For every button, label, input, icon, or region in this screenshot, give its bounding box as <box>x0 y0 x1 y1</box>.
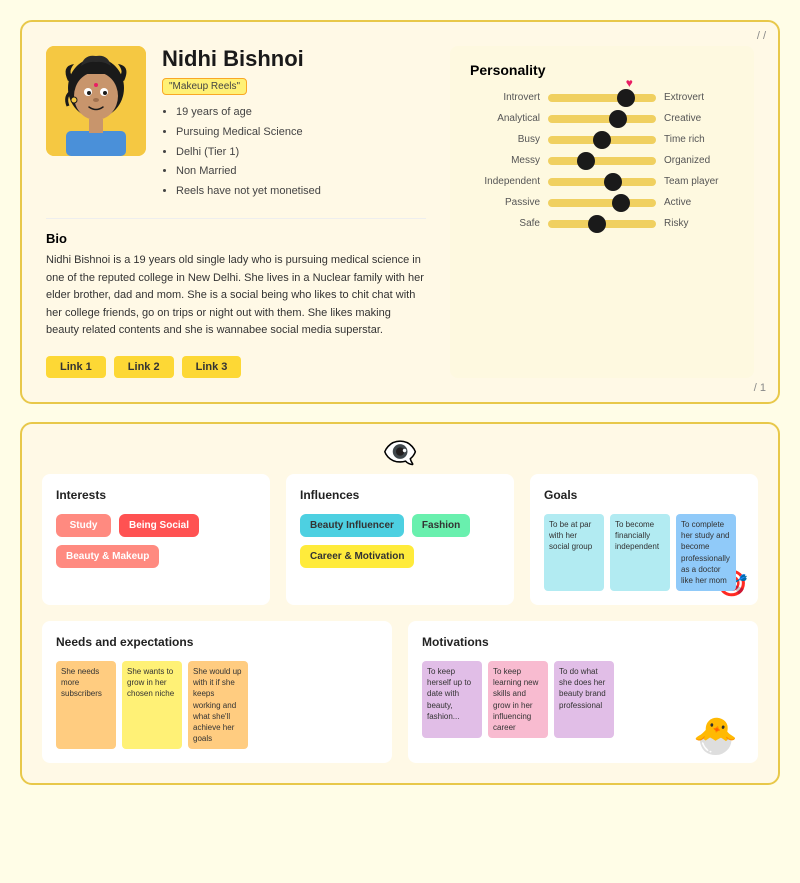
trait-bar-1 <box>548 115 656 123</box>
trait-row-4: Independent Team player <box>470 176 734 187</box>
interests-box: Interests Study Being Social Beauty & Ma… <box>42 474 270 605</box>
profile-header: Nidhi Bishnoi "Makeup Reels" 19 years of… <box>46 46 426 202</box>
interests-card: 👁️‍🗨️ Interests Study Being Social Beaut… <box>20 422 780 785</box>
trait-left-0: Introvert <box>470 92 540 103</box>
profile-info: Nidhi Bishnoi "Makeup Reels" 19 years of… <box>162 46 321 202</box>
goals-title: Goals <box>544 488 744 502</box>
trait-right-2: Time rich <box>664 134 734 145</box>
detail-monetization: Reels have not yet monetised <box>176 182 321 202</box>
trait-indicator-1 <box>609 110 627 128</box>
profile-left-panel: Nidhi Bishnoi "Makeup Reels" 19 years of… <box>46 46 426 378</box>
goal-note-1: To be at par with her social group <box>544 514 604 591</box>
trait-row-5: Passive Active <box>470 197 734 208</box>
trait-bar-6 <box>548 220 656 228</box>
lower-sections-grid: Needs and expectations She needs more su… <box>42 621 758 763</box>
link-button-1[interactable]: Link 1 <box>46 356 106 378</box>
avatar <box>46 46 146 156</box>
trait-left-5: Passive <box>470 197 540 208</box>
need-note-2: She wants to grow in her chosen niche <box>122 661 182 749</box>
heart-icon: ♥ <box>626 76 633 90</box>
trait-indicator-4 <box>604 173 622 191</box>
trait-bar-2 <box>548 136 656 144</box>
trait-right-3: Organized <box>664 155 734 166</box>
interests-title: Interests <box>56 488 256 502</box>
bio-section: Bio Nidhi Bishnoi is a 19 years old sing… <box>46 218 426 340</box>
trait-left-3: Messy <box>470 155 540 166</box>
goal-note-2: To become financially independent <box>610 514 670 591</box>
bio-title: Bio <box>46 231 426 246</box>
bio-text: Nidhi Bishnoi is a 19 years old single l… <box>46 252 426 340</box>
trait-bar-3 <box>548 157 656 165</box>
trait-row-1: Analytical Creative <box>470 113 734 124</box>
profile-name: Nidhi Bishnoi <box>162 46 321 72</box>
interest-tag-study: Study <box>56 514 111 537</box>
needs-title: Needs and expectations <box>56 635 378 649</box>
motivation-note-2: To keep learning new skills and grow in … <box>488 661 548 738</box>
trait-bar-5 <box>548 199 656 207</box>
goals-notes: To be at par with her social group To be… <box>544 514 744 591</box>
motivations-box: Motivations To keep herself up to date w… <box>408 621 758 763</box>
trait-bar-0: ♥ <box>548 94 656 102</box>
motivation-note-3: To do what she does her beauty brand pro… <box>554 661 614 738</box>
profile-card: / / <box>20 20 780 404</box>
motivation-note-1: To keep herself up to date with beauty, … <box>422 661 482 738</box>
trait-right-5: Active <box>664 197 734 208</box>
trait-indicator-0 <box>617 89 635 107</box>
need-note-1: She needs more subscribers <box>56 661 116 749</box>
trait-row-2: Busy Time rich <box>470 134 734 145</box>
trait-right-4: Team player <box>664 176 734 187</box>
role-tag: "Makeup Reels" <box>162 78 247 95</box>
influence-tag-beauty: Beauty Influencer <box>300 514 404 537</box>
detail-education: Pursuing Medical Science <box>176 123 321 143</box>
link-buttons: Link 1 Link 2 Link 3 <box>46 356 426 378</box>
needs-box: Needs and expectations She needs more su… <box>42 621 392 763</box>
goal-note-3: To complete her study and become profess… <box>676 514 736 591</box>
motivations-title: Motivations <box>422 635 744 649</box>
monster-decoration: 🐣 <box>693 715 738 757</box>
influence-tag-career: Career & Motivation <box>300 545 414 568</box>
trait-row-0: Introvert ♥ Extrovert <box>470 92 734 103</box>
personality-panel: Personality Introvert ♥ Extrovert Analytica… <box>450 46 754 378</box>
detail-age: 19 years of age <box>176 103 321 123</box>
trait-right-0: Extrovert <box>664 92 734 103</box>
interest-tag-beauty: Beauty & Makeup <box>56 545 159 568</box>
trait-indicator-3 <box>577 152 595 170</box>
detail-location: Delhi (Tier 1) <box>176 143 321 163</box>
trait-left-4: Independent <box>470 176 540 187</box>
trait-indicator-6 <box>588 215 606 233</box>
interests-tags: Study Being Social Beauty & Makeup <box>56 514 256 568</box>
trait-indicator-5 <box>612 194 630 212</box>
influences-tags: Beauty Influencer Fashion Career & Motiv… <box>300 514 500 568</box>
link-button-3[interactable]: Link 3 <box>182 356 242 378</box>
trait-right-1: Creative <box>664 113 734 124</box>
trait-indicator-2 <box>593 131 611 149</box>
trait-left-1: Analytical <box>470 113 540 124</box>
trait-right-6: Risky <box>664 218 734 229</box>
trait-bar-4 <box>548 178 656 186</box>
personality-title: Personality <box>470 62 734 78</box>
top-sections-grid: Interests Study Being Social Beauty & Ma… <box>42 474 758 605</box>
influences-title: Influences <box>300 488 500 502</box>
emoji-decoration: 👁️‍🗨️ <box>383 436 418 469</box>
traits-container: Introvert ♥ Extrovert Analytical Creative Bus… <box>470 92 734 229</box>
influences-box: Influences Beauty Influencer Fashion Car… <box>286 474 514 605</box>
detail-marital: Non Married <box>176 162 321 182</box>
influence-tag-fashion: Fashion <box>412 514 470 537</box>
trait-row-3: Messy Organized <box>470 155 734 166</box>
trait-row-6: Safe Risky <box>470 218 734 229</box>
corner-decoration-top: / / <box>757 30 766 42</box>
trait-left-2: Busy <box>470 134 540 145</box>
need-note-3: She would up with it if she keeps workin… <box>188 661 248 749</box>
interest-tag-social: Being Social <box>119 514 199 537</box>
goals-box: Goals To be at par with her social group… <box>530 474 758 605</box>
trait-left-6: Safe <box>470 218 540 229</box>
profile-details: 19 years of age Pursuing Medical Science… <box>162 103 321 202</box>
needs-notes: She needs more subscribers She wants to … <box>56 661 378 749</box>
corner-decoration-bottom: / 1 <box>754 382 766 394</box>
link-button-2[interactable]: Link 2 <box>114 356 174 378</box>
